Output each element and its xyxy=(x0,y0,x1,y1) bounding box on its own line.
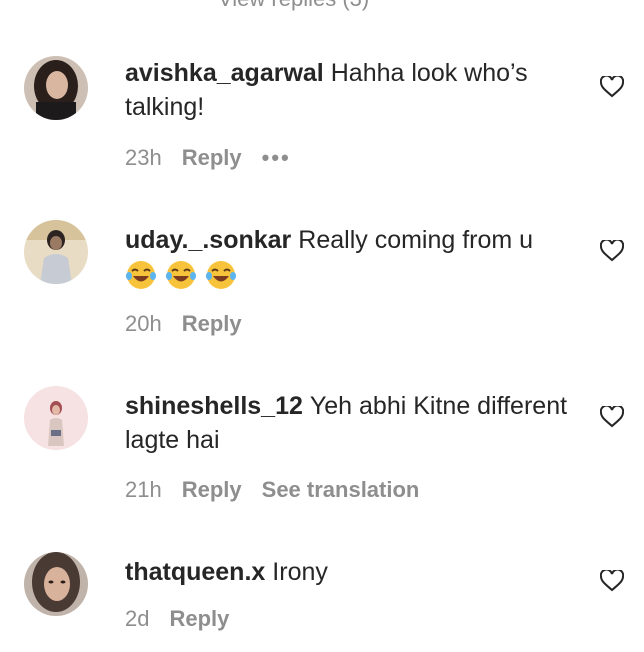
heart-icon[interactable] xyxy=(600,240,624,262)
user-avatar-icon xyxy=(24,56,88,120)
comment-body: shineshells_12 Yeh abhi Kitne different l… xyxy=(125,389,575,457)
user-avatar-icon xyxy=(24,220,88,284)
comment-text: Really coming from u xyxy=(298,226,534,254)
comment-body: avishka_agarwal Hahha look who’s talking! xyxy=(125,56,575,124)
comment-meta: 2d Reply xyxy=(125,606,249,632)
comment-body: thatqueen.x Irony xyxy=(125,555,575,589)
comment-meta: 23h Reply ••• xyxy=(125,145,311,171)
reply-button[interactable]: Reply xyxy=(182,477,242,503)
comment-timestamp: 20h xyxy=(125,311,162,336)
reply-button[interactable]: Reply xyxy=(169,606,229,632)
reply-button[interactable]: Reply xyxy=(182,311,242,337)
comment-meta: 20h Reply xyxy=(125,311,262,337)
avatar[interactable] xyxy=(24,552,88,616)
comment-timestamp: 21h xyxy=(125,477,162,502)
emoji-row xyxy=(125,259,575,291)
heart-icon[interactable] xyxy=(600,570,624,592)
view-replies-link[interactable]: View replies (3) xyxy=(218,0,369,12)
reply-button[interactable]: Reply xyxy=(182,145,242,171)
tears-of-joy-emoji-icon xyxy=(206,261,236,289)
user-avatar-icon xyxy=(24,386,88,450)
avatar[interactable] xyxy=(24,220,88,284)
avatar[interactable] xyxy=(24,386,88,450)
comment-username[interactable]: thatqueen.x xyxy=(125,558,265,586)
comment-timestamp: 2d xyxy=(125,606,150,631)
more-options-button[interactable]: ••• xyxy=(262,145,291,171)
avatar[interactable] xyxy=(24,56,88,120)
comment-timestamp: 23h xyxy=(125,145,162,170)
user-avatar-icon xyxy=(24,552,88,616)
comment-text: Irony xyxy=(272,558,328,586)
see-translation-button[interactable]: See translation xyxy=(262,477,420,503)
comment-username[interactable]: uday._.sonkar xyxy=(125,226,291,254)
tears-of-joy-emoji-icon xyxy=(166,261,196,289)
heart-icon[interactable] xyxy=(600,76,624,98)
comment-username[interactable]: shineshells_12 xyxy=(125,392,303,420)
comment-body: uday._.sonkar Really coming from u xyxy=(125,223,575,291)
comment-meta: 21h Reply See translation xyxy=(125,477,439,503)
heart-icon[interactable] xyxy=(600,406,624,428)
tears-of-joy-emoji-icon xyxy=(126,261,156,289)
comment-username[interactable]: avishka_agarwal xyxy=(125,59,324,87)
